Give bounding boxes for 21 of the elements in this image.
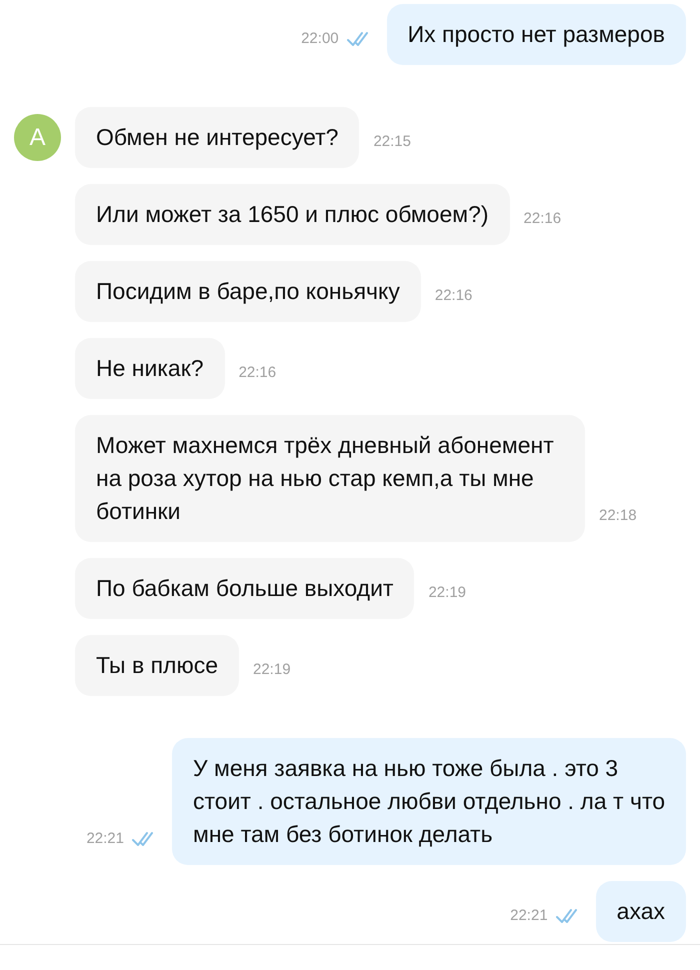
message-time: 22:21 — [510, 907, 548, 924]
message-time: 22:15 — [373, 133, 411, 150]
message-bubble: Их просто нет размеров — [386, 4, 686, 65]
message-bubble: Может махнемся трёх дневный абонемент на роза хутор на нью стар кемп,а ты мне ботинки — [75, 415, 585, 542]
message-time: 22:16 — [434, 287, 472, 304]
message-bubble: Или может за 1650 и плюс обмоем?) — [75, 184, 510, 245]
message-time: 22:21 — [86, 830, 124, 847]
message-bubble: Ты в плюсе — [75, 635, 239, 696]
avatar[interactable]: A — [14, 114, 61, 161]
message-time: 22:18 — [599, 507, 637, 524]
message-bubble: У меня заявка на нью тоже была . это 3 стоит . остальное любви отдельно . ла т что мне там без ботинок делать — [172, 738, 686, 865]
message-bubble: ахах — [596, 881, 686, 942]
message-time: 22:19 — [428, 584, 466, 601]
message-time: 22:19 — [253, 661, 291, 678]
message-time: 22:00 — [301, 30, 339, 47]
message-bubble: Обмен не интересует? — [75, 107, 360, 168]
message-bubble: Посидим в баре,по коньячку — [75, 261, 421, 322]
message-bubble: По бабкам больше выходит — [75, 558, 414, 619]
message-time: 22:16 — [524, 210, 562, 227]
message-bubble: Не никак? — [75, 338, 225, 399]
message-time: 22:16 — [238, 364, 276, 381]
